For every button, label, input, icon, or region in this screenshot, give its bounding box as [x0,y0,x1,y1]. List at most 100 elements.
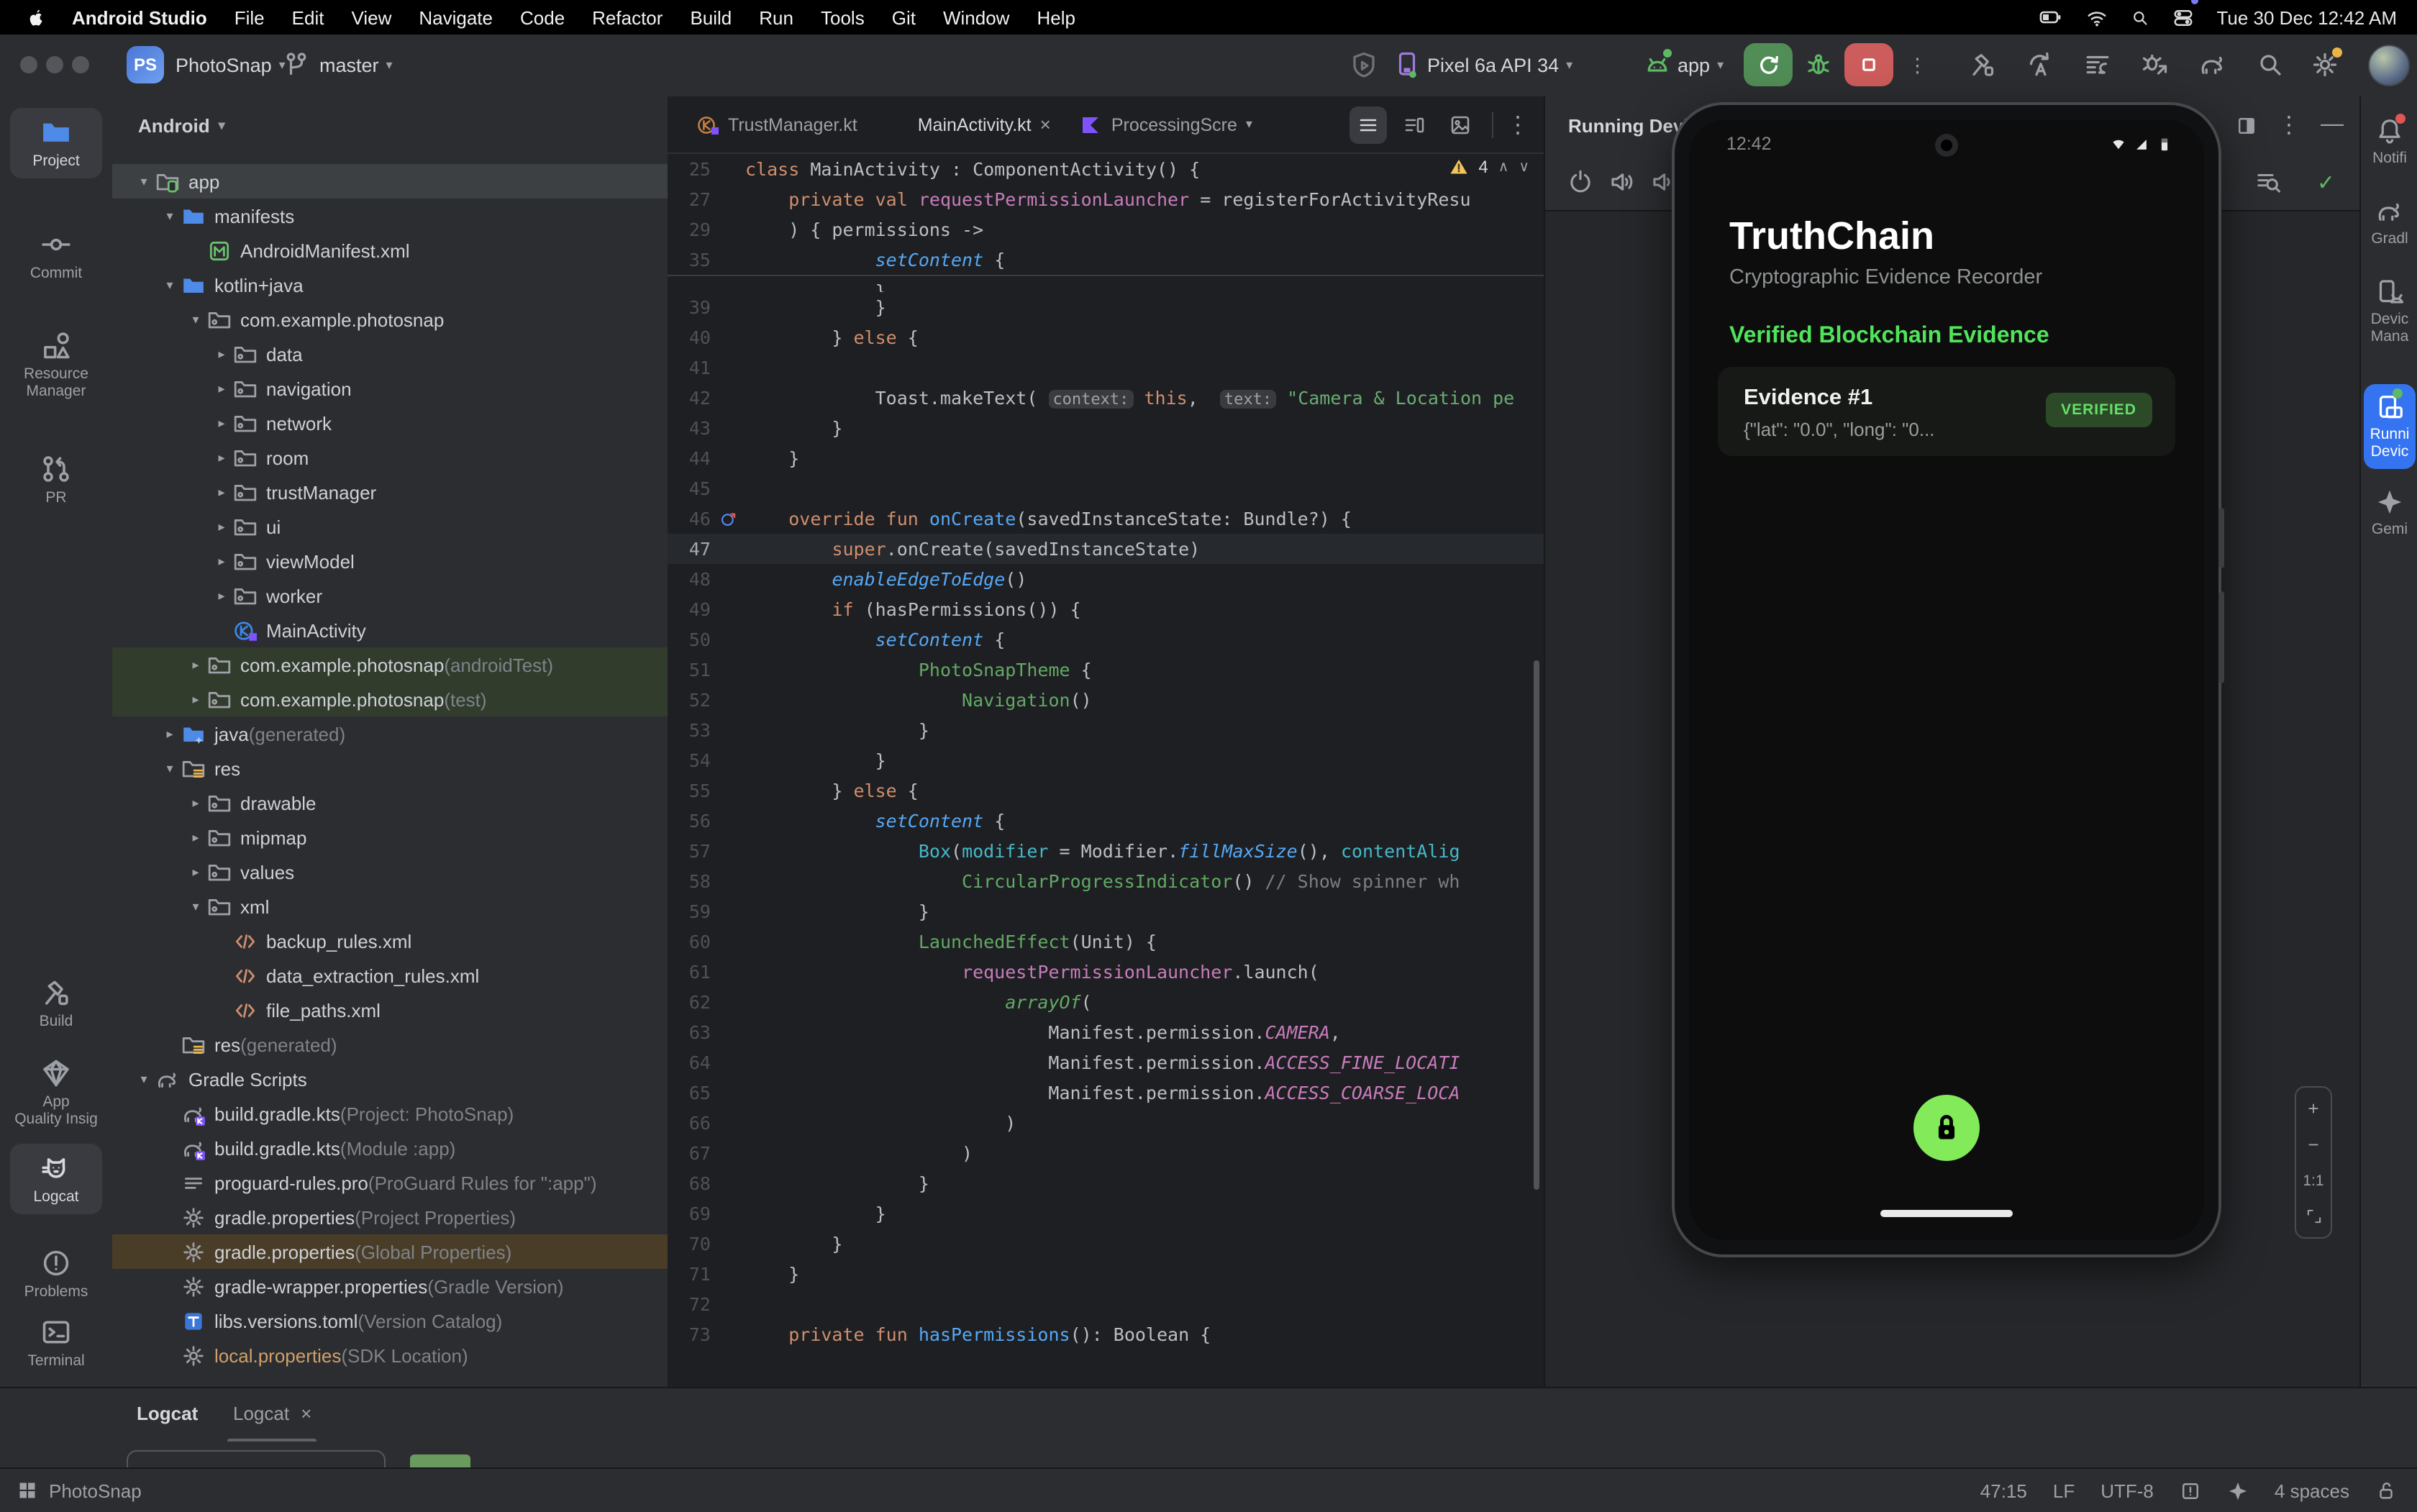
code-line[interactable]: 67 ) [668,1138,1544,1168]
code-line[interactable]: 52 Navigation() [668,685,1544,715]
tree-row[interactable]: ▸ navigation [112,371,668,406]
menu-item[interactable]: Run [759,6,793,28]
file-lock-icon[interactable] [2375,1480,2397,1501]
zoom-ratio-button[interactable]: 1:1 [2303,1172,2323,1189]
code-line[interactable]: 40 } else { [668,322,1544,352]
window-minimize-button[interactable] [46,56,63,73]
code-line[interactable]: 63 Manifest.permission.CAMERA, [668,1017,1544,1047]
file-encoding[interactable]: UTF-8 [2100,1480,2154,1501]
tree-row[interactable]: MainActivity [112,613,668,647]
project-view-selector[interactable]: Android▾ [138,108,225,142]
tree-row[interactable]: file_paths.xml [112,993,668,1027]
menu-item[interactable]: Navigate [419,6,493,28]
tree-row[interactable]: ▸ ui [112,509,668,544]
tree-row[interactable]: ▸ mipmap [112,820,668,855]
tool-window-button[interactable]: Gradl [2361,197,2417,247]
menu-item[interactable]: Build [690,6,732,28]
tree-row[interactable]: ▸ com.example.photosnap (androidTest) [112,647,668,682]
prev-problem-icon[interactable]: ∧ [1498,159,1509,175]
tree-row[interactable]: ▸ worker [112,578,668,613]
device-selector[interactable]: Pixel 6a API 34▾ [1427,35,1572,96]
code-line[interactable]: 44 } [668,443,1544,473]
code-line[interactable]: 57 Box(modifier = Modifier.fillMaxSize()… [668,836,1544,866]
tree-row[interactable]: ▸ viewModel [112,544,668,578]
code-line[interactable]: 42 Toast.makeText( context: this, text: … [668,383,1544,413]
menu-item[interactable]: Refactor [592,6,663,28]
run-config-selector[interactable]: app▾ [1678,35,1724,96]
editor-scrollbar[interactable] [1534,660,1539,1190]
menu-item[interactable]: Window [943,6,1010,28]
tree-row[interactable]: ▸ values [112,855,668,889]
panel-minimize-button[interactable]: — [2321,112,2344,138]
tree-row[interactable]: libs.versions.toml (Version Catalog) [112,1303,668,1338]
tool-window-button[interactable]: App Quality Insig [0,1057,112,1128]
menu-item[interactable]: View [351,6,391,28]
tree-row[interactable]: ▾ manifests [112,199,668,233]
code-line[interactable]: } [668,276,1544,292]
tree-row[interactable]: ▸ drawable [112,785,668,820]
tree-row[interactable]: ▸ trustManager [112,475,668,509]
home-indicator[interactable] [1880,1210,2013,1217]
rerun-button[interactable] [1744,43,1793,86]
inspections-icon[interactable] [2180,1480,2201,1501]
tool-window-button[interactable]: Terminal [0,1316,112,1370]
tool-window-button[interactable]: Notifi [2361,117,2417,167]
evidence-card[interactable]: Evidence #1 {"lat": "0.0", "long": "0...… [1718,367,2175,456]
tree-row[interactable]: local.properties (SDK Location) [112,1338,668,1372]
device-info-search-icon[interactable] [2255,168,2282,196]
project-selector[interactable]: PhotoSnap▾ [176,35,286,96]
zoom-out-button[interactable]: − [2308,1136,2318,1155]
spotlight-search-icon[interactable] [2130,8,2149,27]
menu-item[interactable]: File [235,6,265,28]
menu-item[interactable]: Help [1037,6,1075,28]
wifi-icon[interactable] [2085,6,2107,28]
next-problem-icon[interactable]: ∨ [1519,159,1529,175]
indent-setting[interactable]: 4 spaces [2275,1480,2349,1501]
more-run-options-button[interactable]: ⋮ [1908,35,1927,96]
gradle-icon[interactable] [2198,50,2227,79]
tree-row[interactable]: ▾ xml [112,889,668,924]
tool-window-button[interactable] [0,560,112,596]
fit-to-window-button[interactable] [2304,1207,2323,1226]
code-line[interactable]: 39 } [668,292,1544,322]
code-line[interactable]: 71 } [668,1259,1544,1289]
code-line[interactable]: 73 private fun hasPermissions(): Boolean… [668,1319,1544,1349]
logcat-search-field[interactable] [127,1450,386,1467]
user-avatar[interactable] [2368,45,2410,86]
code-line[interactable]: 64 Manifest.permission.ACCESS_FINE_LOCAT… [668,1047,1544,1078]
code-line[interactable]: 51 PhotoSnapTheme { [668,655,1544,685]
panel-options-button[interactable]: ⋮ [2277,111,2300,140]
code-line[interactable]: 54 } [668,745,1544,775]
code-line[interactable]: 69 } [668,1198,1544,1229]
tree-row[interactable]: res (generated) [112,1027,668,1062]
tree-row[interactable]: gradle.properties (Global Properties) [112,1234,668,1269]
editor-tab[interactable]: ProcessingScre ▾ [1065,96,1267,153]
code-line[interactable]: 47 super.onCreate(savedInstanceState) [668,534,1544,564]
code-line[interactable]: 66 ) [668,1108,1544,1138]
code-line[interactable]: 43 } [668,413,1544,443]
code-line[interactable]: 49 if (hasPermissions()) { [668,594,1544,624]
record-lock-fab[interactable] [1913,1095,1980,1161]
tool-window-button[interactable]: Project [0,108,112,178]
editor-more-button[interactable]: ⋮ [1506,111,1529,140]
view-mode-design-button[interactable] [1442,106,1479,144]
tree-row[interactable]: build.gradle.kts (Module :app) [112,1131,668,1165]
shield-icon[interactable] [1349,50,1378,79]
code-line[interactable]: 50 setContent { [668,624,1544,655]
tool-window-button[interactable]: Logcat [0,1144,112,1214]
tree-row[interactable]: ▸ java (generated) [112,716,668,751]
code-line[interactable]: 60 LaunchedEffect(Unit) { [668,926,1544,957]
code-line[interactable]: 56 setContent { [668,806,1544,836]
tool-window-button[interactable]: Devic Mana [2361,278,2417,345]
code-line[interactable]: 55 } else { [668,775,1544,806]
close-logcat-tab-icon[interactable]: × [301,1403,311,1424]
window-close-button[interactable] [20,56,37,73]
menu-item[interactable]: Android Studio [72,6,207,28]
view-mode-code-button[interactable] [1349,106,1387,144]
inspection-widget[interactable]: 4 ∧ ∨ [1448,157,1529,177]
code-line[interactable]: 46 override fun onCreate(savedInstanceSt… [668,504,1544,534]
code-area[interactable]: 25class MainActivity : ComponentActivity… [668,154,1544,1387]
tool-window-button[interactable]: Gemi [2361,488,2417,538]
tree-row[interactable]: gradle-wrapper.properties (Gradle Versio… [112,1269,668,1303]
caret-position[interactable]: 47:15 [1980,1480,2027,1501]
